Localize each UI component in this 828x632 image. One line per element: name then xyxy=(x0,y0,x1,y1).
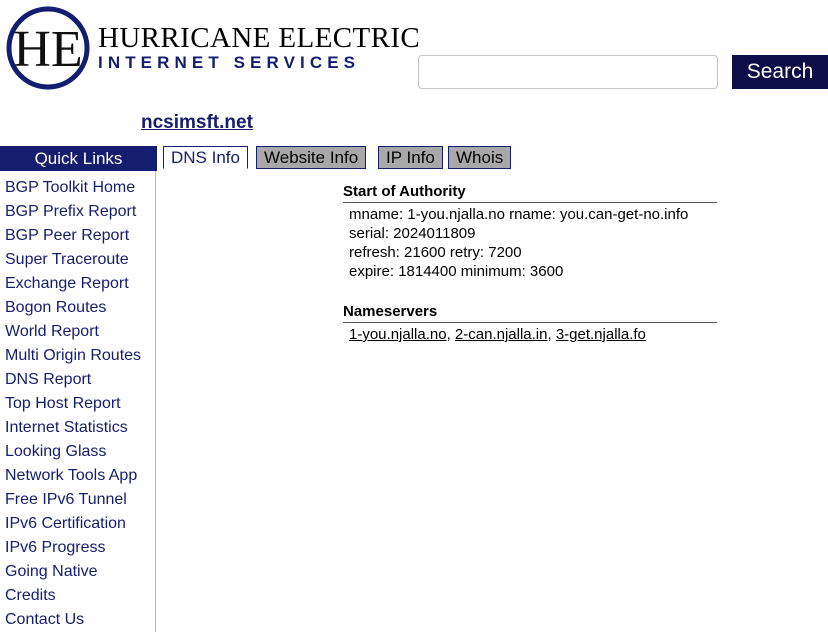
nameservers-heading: Nameservers xyxy=(343,303,717,323)
start-of-authority-heading: Start of Authority xyxy=(343,183,717,203)
sidebar: BGP Toolkit Home BGP Prefix Report BGP P… xyxy=(0,171,156,632)
soa-line-refresh: refresh: 21600 retry: 7200 xyxy=(349,244,522,261)
tab-ip-info[interactable]: IP Info xyxy=(378,146,443,169)
sidebar-item-bgp-toolkit-home[interactable]: BGP Toolkit Home xyxy=(0,176,155,200)
quick-links-header: Quick Links xyxy=(0,146,157,171)
sidebar-item-ipv6-certification[interactable]: IPv6 Certification xyxy=(0,512,155,536)
sidebar-item-bogon-routes[interactable]: Bogon Routes xyxy=(0,296,155,320)
sidebar-item-top-host-report[interactable]: Top Host Report xyxy=(0,392,155,416)
sidebar-item-ipv6-progress[interactable]: IPv6 Progress xyxy=(0,536,155,560)
sidebar-item-multi-origin-routes[interactable]: Multi Origin Routes xyxy=(0,344,155,368)
sidebar-item-network-tools-app[interactable]: Network Tools App xyxy=(0,464,155,488)
nameservers-body: 1-you.njalla.no, 2-can.njalla.in, 3-get.… xyxy=(343,323,717,344)
sidebar-item-free-ipv6-tunnel[interactable]: Free IPv6 Tunnel xyxy=(0,488,155,512)
nameserver-link-3[interactable]: 3-get.njalla.fo xyxy=(556,326,646,343)
sidebar-item-contact-us[interactable]: Contact Us xyxy=(0,608,155,632)
site-header: HE HURRICANE ELECTRIC INTERNET SERVICES … xyxy=(0,0,828,100)
tab-dns-info[interactable]: DNS Info xyxy=(163,146,248,169)
sidebar-item-credits[interactable]: Credits xyxy=(0,584,155,608)
sidebar-item-bgp-peer-report[interactable]: BGP Peer Report xyxy=(0,224,155,248)
soa-line-expire: expire: 1814400 minimum: 3600 xyxy=(349,263,564,280)
sidebar-item-internet-statistics[interactable]: Internet Statistics xyxy=(0,416,155,440)
sidebar-item-super-traceroute[interactable]: Super Traceroute xyxy=(0,248,155,272)
brand-secondary-text: INTERNET SERVICES xyxy=(98,53,361,72)
site-logo[interactable]: HE HURRICANE ELECTRIC INTERNET SERVICES xyxy=(4,4,420,92)
dns-info-panel: Start of Authority mname: 1-you.njalla.n… xyxy=(343,183,717,358)
search-area: Search xyxy=(418,55,828,89)
soa-line-mname: mname: 1-you.njalla.no rname: you.can-ge… xyxy=(349,206,689,223)
content-area: Start of Authority mname: 1-you.njalla.n… xyxy=(156,171,828,632)
search-input[interactable] xyxy=(418,55,718,89)
sidebar-item-dns-report[interactable]: DNS Report xyxy=(0,368,155,392)
tab-whois[interactable]: Whois xyxy=(448,146,512,169)
start-of-authority-section: Start of Authority mname: 1-you.njalla.n… xyxy=(343,183,717,281)
nameserver-link-1[interactable]: 1-you.njalla.no xyxy=(349,326,447,343)
start-of-authority-body: mname: 1-you.njalla.no rname: you.can-ge… xyxy=(343,203,717,281)
tab-website-info[interactable]: Website Info xyxy=(256,146,367,169)
page-body: BGP Toolkit Home BGP Prefix Report BGP P… xyxy=(0,171,828,632)
nameservers-section: Nameservers 1-you.njalla.no, 2-can.njall… xyxy=(343,303,717,344)
sidebar-item-exchange-report[interactable]: Exchange Report xyxy=(0,272,155,296)
nameserver-separator-1: , xyxy=(446,326,455,343)
page-title[interactable]: ncsimsft.net xyxy=(141,112,253,134)
sidebar-item-going-native[interactable]: Going Native xyxy=(0,560,155,584)
search-button[interactable]: Search xyxy=(732,55,828,89)
sidebar-item-looking-glass[interactable]: Looking Glass xyxy=(0,440,155,464)
hurricane-electric-monogram-icon: HE xyxy=(4,4,92,92)
nameserver-separator-2: , xyxy=(547,326,556,343)
nameserver-link-2[interactable]: 2-can.njalla.in xyxy=(455,326,548,343)
brand-wordmark: HURRICANE ELECTRIC INTERNET SERVICES xyxy=(98,4,420,73)
nameservers-list: 1-you.njalla.no, 2-can.njalla.in, 3-get.… xyxy=(349,325,717,344)
brand-primary-text: HURRICANE ELECTRIC xyxy=(98,22,421,54)
svg-text:HE: HE xyxy=(13,21,82,78)
sidebar-item-bgp-prefix-report[interactable]: BGP Prefix Report xyxy=(0,200,155,224)
sidebar-item-world-report[interactable]: World Report xyxy=(0,320,155,344)
soa-line-serial: serial: 2024011809 xyxy=(349,225,476,242)
